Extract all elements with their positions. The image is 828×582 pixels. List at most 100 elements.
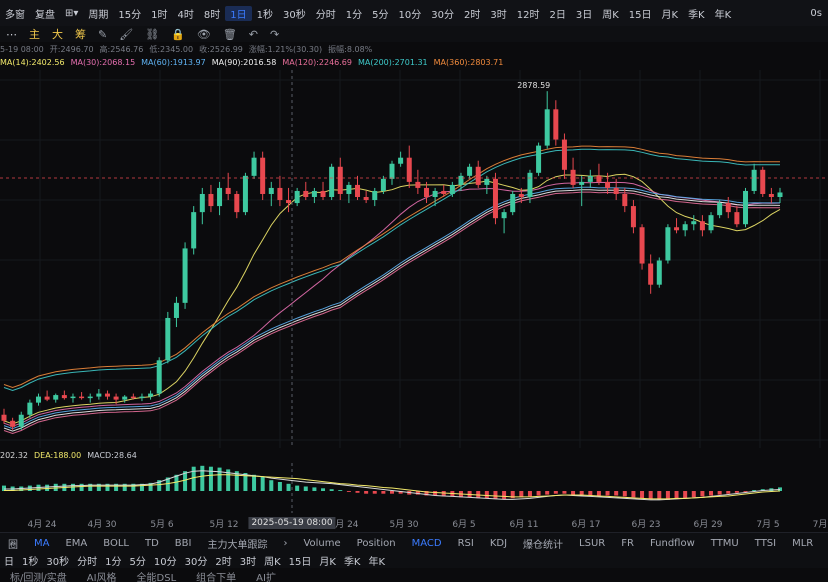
timeframe-13[interactable]: 2时 bbox=[459, 6, 485, 21]
bottom-tab-4[interactable]: AI扩 bbox=[246, 570, 286, 582]
timeframe-18[interactable]: 周K bbox=[597, 6, 624, 21]
timeframe2-14[interactable]: 年K bbox=[365, 553, 390, 568]
timeframe-4[interactable]: 8时 bbox=[199, 6, 225, 21]
macd-bar bbox=[390, 491, 394, 494]
timeframe-15[interactable]: 12时 bbox=[512, 6, 545, 21]
indicator-tab-8[interactable]: Volume bbox=[295, 538, 348, 549]
timeframe-3[interactable]: 4时 bbox=[173, 6, 199, 21]
timeframe-8[interactable]: 分时 bbox=[311, 6, 341, 21]
more-icon[interactable]: ⋯ bbox=[0, 28, 23, 41]
indicator-tab-12[interactable]: KDJ bbox=[482, 538, 515, 549]
timeframe2-4[interactable]: 1分 bbox=[101, 553, 125, 568]
indicator-tab-5[interactable]: BBI bbox=[167, 538, 200, 549]
timeframe-22[interactable]: 年K bbox=[710, 6, 737, 21]
timeframe-10[interactable]: 5分 bbox=[367, 6, 393, 21]
toolbar-item-2[interactable]: 筹 bbox=[69, 26, 92, 42]
timeframe2-3[interactable]: 分时 bbox=[73, 553, 101, 568]
pencil-icon[interactable]: ✎ bbox=[92, 28, 113, 41]
indicator-tab-15[interactable]: FR bbox=[613, 538, 642, 549]
indicator-tab-16[interactable]: Fundflow bbox=[642, 538, 703, 549]
timeframe2-11[interactable]: 15日 bbox=[285, 553, 316, 568]
timeframe2-1[interactable]: 1秒 bbox=[18, 553, 42, 568]
topbar-item[interactable]: 多窗 bbox=[0, 6, 30, 21]
indicator-tab-7[interactable]: › bbox=[275, 538, 295, 549]
indicator-tab-6[interactable]: 主力大单跟踪 bbox=[199, 536, 275, 551]
x-tick-label: 6月 17 bbox=[571, 520, 601, 530]
indicator-tab-17[interactable]: TTMU bbox=[703, 538, 747, 549]
indicator-tab-3[interactable]: BOLL bbox=[95, 538, 137, 549]
timeframe-14[interactable]: 3时 bbox=[485, 6, 511, 21]
timeframe2-10[interactable]: 周K bbox=[260, 553, 285, 568]
indicator-tab-4[interactable]: TD bbox=[137, 538, 167, 549]
timeframe-17[interactable]: 3日 bbox=[571, 6, 597, 21]
bottom-tab-0[interactable]: 标/回测/实盘 bbox=[0, 570, 77, 582]
indicator-tab-18[interactable]: TTSI bbox=[747, 538, 784, 549]
indicator-tab-13[interactable]: 爆仓统计 bbox=[515, 536, 571, 551]
timeframe-5[interactable]: 1日 bbox=[225, 5, 252, 21]
macd-bar bbox=[329, 489, 334, 491]
timeframe-2[interactable]: 1时 bbox=[146, 6, 172, 21]
topbar-item[interactable]: 复盘 bbox=[30, 6, 60, 21]
timeframe2-5[interactable]: 5分 bbox=[125, 553, 149, 568]
timeframe2-7[interactable]: 30分 bbox=[181, 553, 212, 568]
bottom-tab-1[interactable]: AI风格 bbox=[77, 570, 127, 582]
top-timeframe-bar: 多窗 复盘 ⊞▾ 周期 15分 1时 4时 8时 1日 1秒 30秒 分时 1分 5分 10分 30分 2时 3时… bbox=[0, 0, 828, 27]
candle-body bbox=[217, 187, 223, 207]
timeframe2-6[interactable]: 10分 bbox=[150, 553, 181, 568]
indicator-tab-20[interactable]: BSV bbox=[821, 538, 828, 549]
indicator-tab-11[interactable]: RSI bbox=[450, 538, 482, 549]
timeframe-16[interactable]: 2日 bbox=[544, 6, 570, 21]
timeframe-0[interactable]: 周期 bbox=[83, 6, 113, 21]
undo-icon[interactable]: ↶ bbox=[243, 28, 264, 41]
macd-bar bbox=[605, 491, 610, 496]
timeframe-21[interactable]: 季K bbox=[683, 6, 710, 21]
indicator-tab-2[interactable]: EMA bbox=[57, 538, 95, 549]
timeframe-11[interactable]: 10分 bbox=[394, 6, 427, 21]
candlestick-chart[interactable]: 2878.59 bbox=[0, 70, 828, 448]
timeframe-7[interactable]: 30秒 bbox=[278, 6, 311, 21]
timeframe2-12[interactable]: 月K bbox=[315, 553, 340, 568]
x-tick-label: 5月 12 bbox=[209, 520, 239, 530]
indicator-tab-14[interactable]: LSUR bbox=[571, 538, 613, 549]
link-icon[interactable]: ⛓ bbox=[139, 28, 165, 41]
candle-body bbox=[458, 175, 464, 185]
macd-bar bbox=[579, 491, 584, 495]
candle-body bbox=[579, 181, 585, 185]
timeframe2-13[interactable]: 季K bbox=[340, 553, 365, 568]
bottom-tab-3[interactable]: 组合下单 bbox=[186, 570, 246, 582]
layout-icon[interactable]: ⊞▾ bbox=[60, 8, 83, 19]
indicator-tab-9[interactable]: Position bbox=[349, 538, 404, 549]
bottom-tab-2[interactable]: 全能DSL bbox=[127, 570, 187, 582]
macd-bar bbox=[622, 491, 627, 497]
timeframe-1[interactable]: 15分 bbox=[113, 6, 146, 21]
brush-icon[interactable]: 🖌 bbox=[113, 28, 139, 41]
candle-body bbox=[561, 139, 567, 170]
candle-body bbox=[467, 166, 473, 176]
timeframe2-9[interactable]: 3时 bbox=[236, 553, 260, 568]
timeframe-9[interactable]: 1分 bbox=[341, 6, 367, 21]
macd-bar bbox=[571, 491, 576, 495]
ma-line-90 bbox=[3, 189, 781, 432]
timeframe-20[interactable]: 月K bbox=[657, 6, 684, 21]
redo-icon[interactable]: ↷ bbox=[264, 28, 285, 41]
indicator-tab-19[interactable]: MLR bbox=[784, 538, 821, 549]
toolbar-item-0[interactable]: 主 bbox=[23, 26, 46, 42]
timeframe-12[interactable]: 30分 bbox=[426, 6, 459, 21]
macd-bar bbox=[545, 491, 550, 495]
lock-icon[interactable]: 🔒 bbox=[165, 28, 191, 41]
eye-icon[interactable]: 👁 bbox=[191, 28, 217, 41]
candle-body bbox=[311, 190, 317, 198]
macd-chart[interactable] bbox=[0, 463, 828, 513]
toolbar-item-1[interactable]: 大 bbox=[46, 26, 69, 42]
macd-line bbox=[4, 474, 781, 500]
timeframe-6[interactable]: 1秒 bbox=[252, 6, 278, 21]
timeframe2-8[interactable]: 2时 bbox=[211, 553, 235, 568]
indicator-tab-0[interactable]: 圈 bbox=[0, 536, 26, 551]
info-field: 振幅:8.08% bbox=[328, 44, 373, 54]
timeframe2-0[interactable]: 日 bbox=[0, 553, 18, 568]
indicator-tab-1[interactable]: MA bbox=[26, 538, 57, 549]
timeframe-19[interactable]: 15日 bbox=[624, 6, 657, 21]
indicator-tab-10[interactable]: MACD bbox=[404, 538, 450, 549]
trash-icon[interactable]: 🗑 bbox=[217, 28, 243, 41]
timeframe2-2[interactable]: 30秒 bbox=[42, 553, 73, 568]
